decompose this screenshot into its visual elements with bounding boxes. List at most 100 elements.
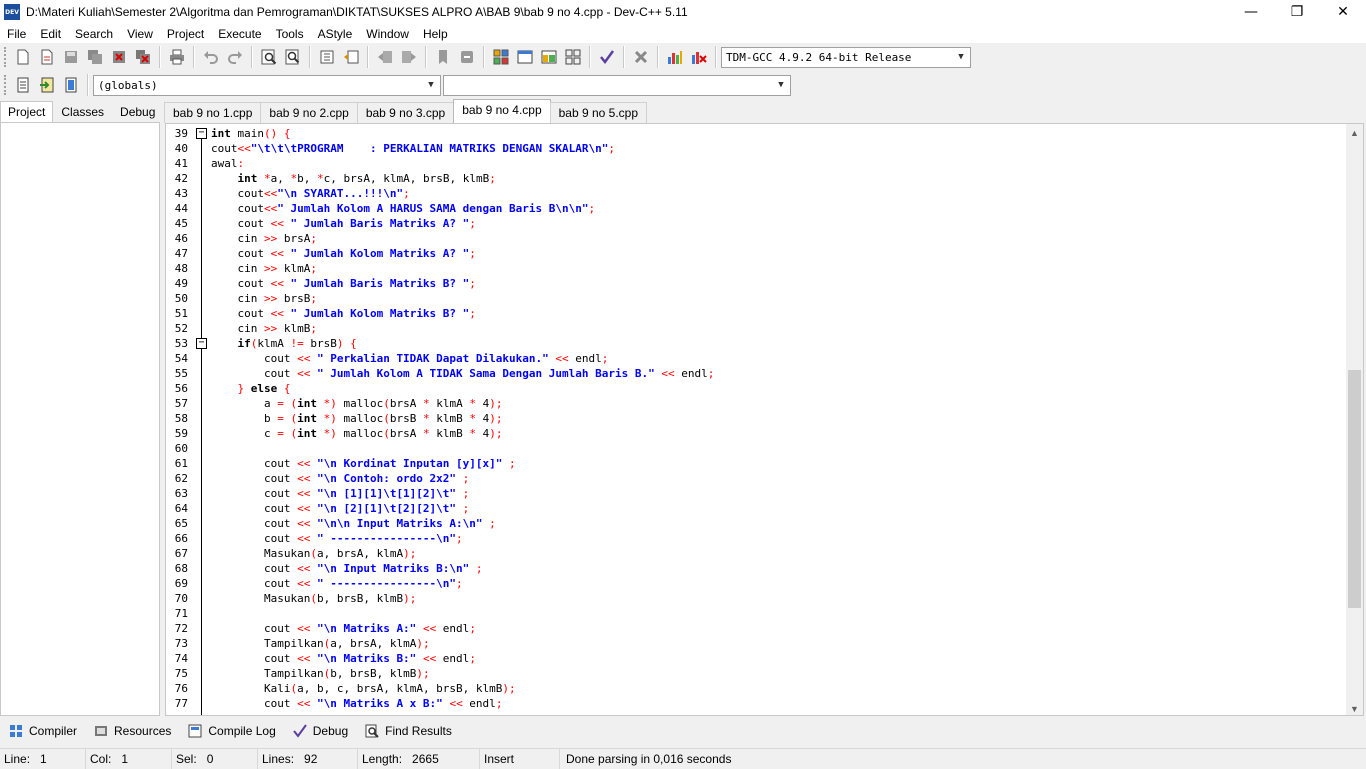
code-line[interactable]: Masukan(b, brsB, klmB); [211,591,1345,606]
code-line[interactable]: cout << "\n\n Input Matriks A:\n" ; [211,516,1345,531]
code-editor[interactable]: 39 40 41 42 43 44 45 46 47 48 49 50 51 52 53 54 55 56 57 58… [165,123,1364,716]
code-line[interactable]: } else { [211,381,1345,396]
tab-compiler[interactable]: Compiler [0,720,85,742]
delete-profile-icon[interactable] [688,46,710,68]
fold-toggle-icon[interactable]: − [196,128,207,139]
statusbar-toggle-icon[interactable] [514,46,536,68]
code-line[interactable]: cin >> klmB; [211,321,1345,336]
code-line[interactable]: Tampilkan(b, brsB, klmB); [211,666,1345,681]
code-line[interactable]: if(klmA != brsB) { [211,336,1345,351]
new-file-icon[interactable] [12,46,34,68]
goto-definition-icon[interactable] [60,74,82,96]
project-panel[interactable] [0,122,160,716]
chevron-down-icon[interactable]: ▼ [424,78,438,93]
tab-compile-log[interactable]: Compile Log [179,720,283,742]
code-line[interactable]: cout << " ----------------\n"; [211,576,1345,591]
code-line[interactable]: cout << "\n Matriks B:" << endl; [211,651,1345,666]
code-line[interactable] [211,441,1345,456]
editor-tab[interactable]: bab 9 no 5.cpp [549,102,648,123]
window-layout-icon[interactable] [538,46,560,68]
goto-declaration-icon[interactable] [36,74,58,96]
code-line[interactable]: c = (int *) malloc(brsA * klmB * 4); [211,426,1345,441]
code-line[interactable]: int *a, *b, *c, brsA, klmA, brsB, klmB; [211,171,1345,186]
code-line[interactable]: cout << " Jumlah Baris Matriks B? "; [211,276,1345,291]
toolbar-grip[interactable] [4,75,8,95]
code-line[interactable]: cout << "\n Matriks A:" << endl; [211,621,1345,636]
close-button[interactable]: ✕ [1320,0,1366,24]
toolbar-grip[interactable] [4,47,8,67]
code-line[interactable]: b = (int *) malloc(brsB * klmB * 4); [211,411,1345,426]
editor-tab[interactable]: bab 9 no 2.cpp [260,102,358,123]
find-icon[interactable] [258,46,280,68]
chevron-down-icon[interactable]: ▼ [954,50,968,65]
redo-icon[interactable] [224,46,246,68]
vertical-scrollbar[interactable]: ▲ ▼ [1346,124,1363,715]
stop-execution-icon[interactable] [630,46,652,68]
save-all-icon[interactable] [84,46,106,68]
menu-search[interactable]: Search [68,27,120,41]
code-line[interactable]: awal: [211,156,1345,171]
tab-debug[interactable]: Debug [112,101,163,122]
code-text[interactable]: int main() {cout<<"\t\t\tPROGRAM : PERKA… [211,126,1345,711]
code-line[interactable]: cout << " Jumlah Kolom A TIDAK Sama Deng… [211,366,1345,381]
code-line[interactable]: cout<<"\t\t\tPROGRAM : PERKALIAN MATRIKS… [211,141,1345,156]
code-line[interactable]: cout << "\n Contoh: ordo 2x2" ; [211,471,1345,486]
editor-tab[interactable]: bab 9 no 3.cpp [356,102,455,123]
code-line[interactable]: cout << " Jumlah Kolom Matriks B? "; [211,306,1345,321]
tab-find-results[interactable]: Find Results [356,720,460,742]
code-line[interactable]: cout << "\n Input Matriks B:\n" ; [211,561,1345,576]
tab-classes[interactable]: Classes [53,101,112,122]
check-syntax-icon[interactable] [596,46,618,68]
member-select[interactable]: ▼ [443,74,791,96]
scroll-up-icon[interactable]: ▲ [1346,124,1363,141]
menu-tools[interactable]: Tools [269,27,311,41]
goto-icon[interactable] [456,46,478,68]
minimize-button[interactable]: — [1228,0,1274,24]
close-all-icon[interactable] [132,46,154,68]
maximize-button[interactable]: ❐ [1274,0,1320,24]
menu-help[interactable]: Help [416,27,455,41]
chevron-down-icon[interactable]: ▼ [774,78,788,93]
tab-resources[interactable]: Resources [85,720,179,742]
code-line[interactable]: a = (int *) malloc(brsA * klmA * 4); [211,396,1345,411]
save-icon[interactable] [60,46,82,68]
print-icon[interactable] [166,46,188,68]
profile-chart-icon[interactable] [664,46,686,68]
open-file-icon[interactable] [36,46,58,68]
code-line[interactable]: cout << " Jumlah Kolom Matriks A? "; [211,246,1345,261]
undo-icon[interactable] [200,46,222,68]
code-line[interactable]: cout<<"\n SYARAT...!!!\n"; [211,186,1345,201]
menu-window[interactable]: Window [359,27,416,41]
menu-astyle[interactable]: AStyle [311,27,360,41]
unindent-icon[interactable] [340,46,362,68]
code-line[interactable]: Masukan(a, brsA, klmA); [211,546,1345,561]
fold-toggle-icon[interactable]: − [196,338,207,349]
insert-code-icon[interactable] [12,74,34,96]
menu-execute[interactable]: Execute [211,27,268,41]
code-line[interactable]: Tampilkan(a, brsA, klmA); [211,636,1345,651]
code-line[interactable]: cout << " Perkalian TIDAK Dapat Dilakuka… [211,351,1345,366]
forward-icon[interactable] [398,46,420,68]
project-view-icon[interactable] [490,46,512,68]
code-line[interactable]: int main() { [211,126,1345,141]
compiler-select[interactable]: TDM-GCC 4.9.2 64-bit Release ▼ [721,46,971,68]
grid-layout-icon[interactable] [562,46,584,68]
menu-edit[interactable]: Edit [33,27,68,41]
menu-file[interactable]: File [0,27,33,41]
code-line[interactable]: Kali(a, b, c, brsA, klmA, brsB, klmB); [211,681,1345,696]
back-icon[interactable] [374,46,396,68]
scroll-down-icon[interactable]: ▼ [1346,700,1363,715]
replace-icon[interactable] [282,46,304,68]
code-line[interactable]: cin >> brsA; [211,231,1345,246]
code-line[interactable]: cout<<" Jumlah Kolom A HARUS SAMA dengan… [211,201,1345,216]
tab-project[interactable]: Project [0,101,54,122]
editor-tab-active[interactable]: bab 9 no 4.cpp [453,99,551,123]
code-line[interactable]: cin >> brsB; [211,291,1345,306]
indent-icon[interactable] [316,46,338,68]
menu-project[interactable]: Project [160,27,211,41]
close-file-icon[interactable] [108,46,130,68]
menu-view[interactable]: View [120,27,160,41]
code-line[interactable]: cout << "\n [1][1]\t[1][2]\t" ; [211,486,1345,501]
tab-debug-bottom[interactable]: Debug [284,720,356,742]
code-line[interactable]: cin >> klmA; [211,261,1345,276]
